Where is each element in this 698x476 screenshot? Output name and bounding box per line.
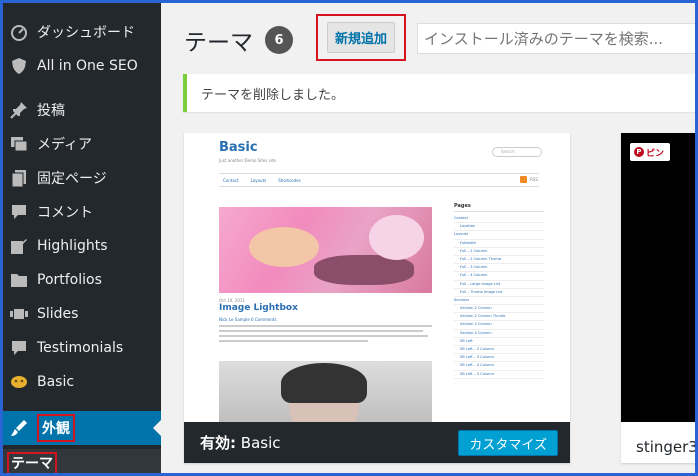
screenshot-featured-image: [219, 207, 432, 293]
pin-label: ピン: [646, 148, 665, 159]
search-input[interactable]: [417, 23, 695, 54]
screenshot-nav-item: Shortcodes: [278, 177, 301, 183]
screenshot-page-link: SB Left – 4 Column: [454, 362, 544, 371]
screenshot-page-link: Section 2 Column: [454, 305, 544, 314]
submenu-item-label: テーマ: [7, 452, 57, 473]
screenshot-post-title: Image Lightbox: [219, 303, 298, 313]
sidebar-item-label: Highlights: [37, 238, 108, 254]
screenshot-page-link: SB Left – 2 Column: [454, 346, 544, 355]
comment-icon: [9, 202, 29, 222]
app-window: ダッシュボード All in One SEO 投稿 メディア 固定ページ コメン…: [0, 0, 698, 476]
page-icon: [9, 168, 29, 188]
theme-card-footer: 有効: Basic カスタマイズ: [184, 422, 570, 463]
screenshot-page-link: Full – 4 Column: [454, 272, 544, 281]
rss-icon: [520, 176, 527, 183]
screenshot-pages-widget: Pages Contact Location Layouts Fullwidth Ful…: [454, 203, 544, 379]
screenshot-pages-heading: Pages: [454, 203, 544, 212]
sidebar-item-slides[interactable]: Slides: [3, 297, 161, 331]
theme-screenshot-2[interactable]: P ピン: [621, 133, 695, 422]
shield-icon: [9, 56, 29, 76]
screenshot-page-link: Fullwidth: [454, 240, 544, 248]
sidebar-item-label: 投稿: [37, 103, 65, 119]
submenu-item-themes[interactable]: テーマ: [3, 449, 161, 473]
sidebar-item-label: All in One SEO: [37, 58, 138, 74]
notice-message: テーマを削除しました。: [183, 74, 695, 112]
screenshot-second-image: [219, 361, 432, 422]
sidebar-item-media[interactable]: メディア: [3, 127, 161, 161]
comment-icon: [9, 338, 29, 358]
active-theme-label: 有効: Basic: [200, 432, 281, 453]
screenshot-page-link: Contact: [454, 215, 544, 224]
screenshot-page-link: Full – Thumb Image List: [454, 289, 544, 297]
screenshot-page-link: Layouts: [454, 231, 544, 240]
sidebar-item-label: コメント: [37, 205, 93, 221]
sidebar-item-posts[interactable]: 投稿: [3, 93, 161, 127]
dashboard-icon: [9, 22, 29, 42]
active-theme-name: Basic: [240, 434, 281, 452]
brush-icon: [9, 418, 29, 438]
add-new-highlight: 新規追加: [316, 14, 406, 61]
screenshot-page-link: Sections: [454, 297, 544, 306]
theme-name-2: stinger3: [636, 438, 698, 456]
main-content: テーマ 6 新規追加 テーマを削除しました。 Basic Just anothe…: [161, 3, 698, 473]
sidebar-item-dashboard[interactable]: ダッシュボード: [3, 15, 161, 49]
screenshot-nav-item: Contact: [223, 177, 239, 183]
sidebar-item-all-in-one-seo[interactable]: All in One SEO: [3, 49, 161, 83]
screenshot-page-link: Location: [454, 223, 544, 232]
sidebar-item-pages[interactable]: 固定ページ: [3, 161, 161, 195]
screenshot-post-meta: Nick Le Sample 0 Comments: [219, 317, 277, 322]
pin-icon: [9, 100, 29, 120]
screenshot-page-link: SB Left: [454, 338, 544, 346]
sidebar-item-comments[interactable]: コメント: [3, 195, 161, 229]
sidebar-item-label: Slides: [37, 306, 79, 322]
add-new-button[interactable]: 新規追加: [326, 22, 395, 53]
notice-text: テーマを削除しました。: [201, 87, 345, 103]
screenshot-pages-list: Contact Location Layouts Fullwidth Full – 2 …: [454, 215, 544, 379]
admin-sidebar: ダッシュボード All in One SEO 投稿 メディア 固定ページ コメン…: [3, 3, 161, 473]
theme-screenshot[interactable]: Basic Just another Demo Sites site Searc…: [184, 133, 570, 422]
screenshot-page-link: Section 4 Column: [454, 330, 544, 338]
pinterest-icon: P: [634, 147, 644, 157]
screenshot-search: Search: [492, 147, 542, 157]
sidebar-item-portfolios[interactable]: Portfolios: [3, 263, 161, 297]
sidebar-item-label: Portfolios: [37, 272, 102, 288]
screenshot-page-link: Full – 2 Column Thumb: [454, 256, 544, 265]
screenshot-page-link: Section 3 Column: [454, 321, 544, 330]
sidebar-item-label: Basic: [37, 374, 75, 390]
screenshot-tagline: Just another Demo Sites site: [219, 158, 276, 163]
sidebar-item-label: 固定ページ: [37, 171, 107, 187]
sidebar-item-testimonials[interactable]: Testimonials: [3, 331, 161, 365]
theme-card-stinger3[interactable]: P ピン stinger3: [621, 133, 698, 463]
page-title: テーマ: [184, 30, 253, 56]
sidebar-item-label: 外観: [37, 414, 75, 442]
screenshot-page-link: Full – 3 Column: [454, 264, 544, 273]
sidebar-item-label: メディア: [37, 137, 93, 153]
screenshot-page-link: Full – 2 Column: [454, 248, 544, 256]
screenshot-post-excerpt: [219, 325, 432, 345]
edit-icon: [9, 236, 29, 256]
pinterest-pin-button[interactable]: P ピン: [630, 143, 670, 161]
screenshot-page-link: Full – Large Image List: [454, 281, 544, 289]
screenshot-page-link: SB Left – 3 Column: [454, 354, 544, 363]
screenshot-page-link: Section 2 Column Thumb: [454, 313, 544, 322]
customize-button[interactable]: カスタマイズ: [458, 430, 558, 456]
folder-icon: [9, 270, 29, 290]
screenshot-rss-label: RSS: [530, 177, 538, 182]
active-prefix: 有効:: [200, 434, 236, 452]
sidebar-item-basic[interactable]: Basic: [3, 365, 161, 399]
sidebar-item-label: ダッシュボード: [37, 25, 135, 41]
sidebar-item-highlights[interactable]: Highlights: [3, 229, 161, 263]
screenshot-nav: Contact Layouts Shortcodes: [219, 173, 539, 187]
media-icon: [9, 134, 29, 154]
sidebar-item-appearance[interactable]: 外観: [3, 411, 161, 445]
screenshot-site-title: Basic: [219, 140, 258, 155]
screenshot-page-link: SB Left – 5 Column: [454, 371, 544, 379]
screenshot-nav-item: Layouts: [250, 177, 267, 183]
slides-icon: [9, 304, 29, 324]
sidebar-item-label: Testimonials: [37, 340, 124, 356]
theme-card-basic[interactable]: Basic Just another Demo Sites site Searc…: [184, 133, 570, 463]
basic-icon: [9, 372, 29, 392]
theme-count-badge: 6: [265, 26, 293, 54]
